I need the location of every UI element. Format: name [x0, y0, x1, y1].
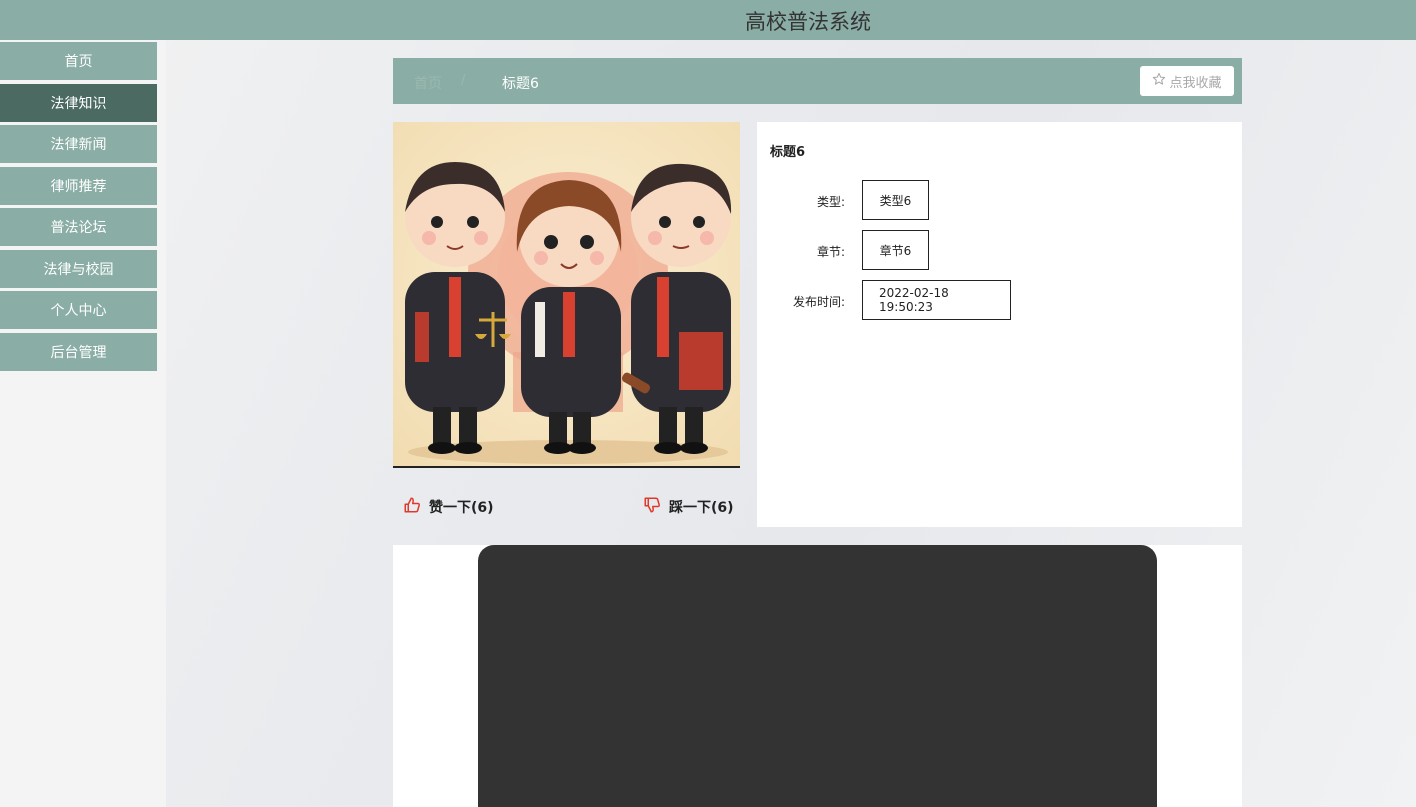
- sidebar-item-law-campus[interactable]: 法律与校园: [0, 250, 157, 288]
- sidebar-item-forum[interactable]: 普法论坛: [0, 208, 157, 246]
- chapter-label: 章节:: [816, 245, 845, 259]
- sidebar-item-personal-center[interactable]: 个人中心: [0, 291, 157, 329]
- breadcrumb-current: 标题6: [502, 76, 539, 92]
- top-header: 高校普法系统: [0, 0, 1416, 40]
- favorite-button[interactable]: 点我收藏: [1140, 66, 1234, 96]
- favorite-label: 点我收藏: [1169, 75, 1222, 91]
- thumbs-down-icon: [643, 496, 661, 518]
- content-panel: [393, 545, 1242, 807]
- type-value: 类型6: [862, 180, 929, 220]
- type-label: 类型:: [816, 195, 845, 209]
- publish-time-label: 发布时间:: [792, 295, 845, 309]
- dislike-label: 踩一下(6): [669, 500, 734, 516]
- breadcrumb-separator: /: [461, 73, 466, 88]
- dislike-button[interactable]: 踩一下(6): [643, 496, 734, 518]
- chapter-value: 章节6: [862, 230, 929, 270]
- article-cover-image: [393, 122, 740, 468]
- sidebar-item-lawyer-recommend[interactable]: 律师推荐: [0, 167, 157, 205]
- star-outline-icon: [1152, 72, 1166, 90]
- like-button[interactable]: 赞一下(6): [403, 496, 494, 518]
- breadcrumb-home[interactable]: 首页: [414, 73, 442, 93]
- article-detail-panel: 标题6 类型: 类型6 章节: 章节6 发布时间: 2022-02-18 19:…: [757, 122, 1242, 527]
- article-title: 标题6: [770, 145, 806, 160]
- thumbs-up-icon: [403, 496, 421, 518]
- sidebar-item-admin[interactable]: 后台管理: [0, 333, 157, 371]
- sidebar-item-legal-news[interactable]: 法律新闻: [0, 125, 157, 163]
- breadcrumb: 首页 / 标题6 点我收藏: [393, 58, 1242, 104]
- sidebar-item-home[interactable]: 首页: [0, 42, 157, 80]
- like-label: 赞一下(6): [429, 500, 494, 516]
- publish-time-value: 2022-02-18 19:50:23: [862, 280, 1011, 320]
- site-title: 高校普法系统: [745, 10, 871, 34]
- sidebar-item-legal-knowledge[interactable]: 法律知识: [0, 84, 157, 122]
- video-player[interactable]: [478, 545, 1157, 807]
- sidebar: 首页 法律知识 法律新闻 律师推荐 普法论坛 法律与校园 个人中心 后台管理: [0, 40, 166, 807]
